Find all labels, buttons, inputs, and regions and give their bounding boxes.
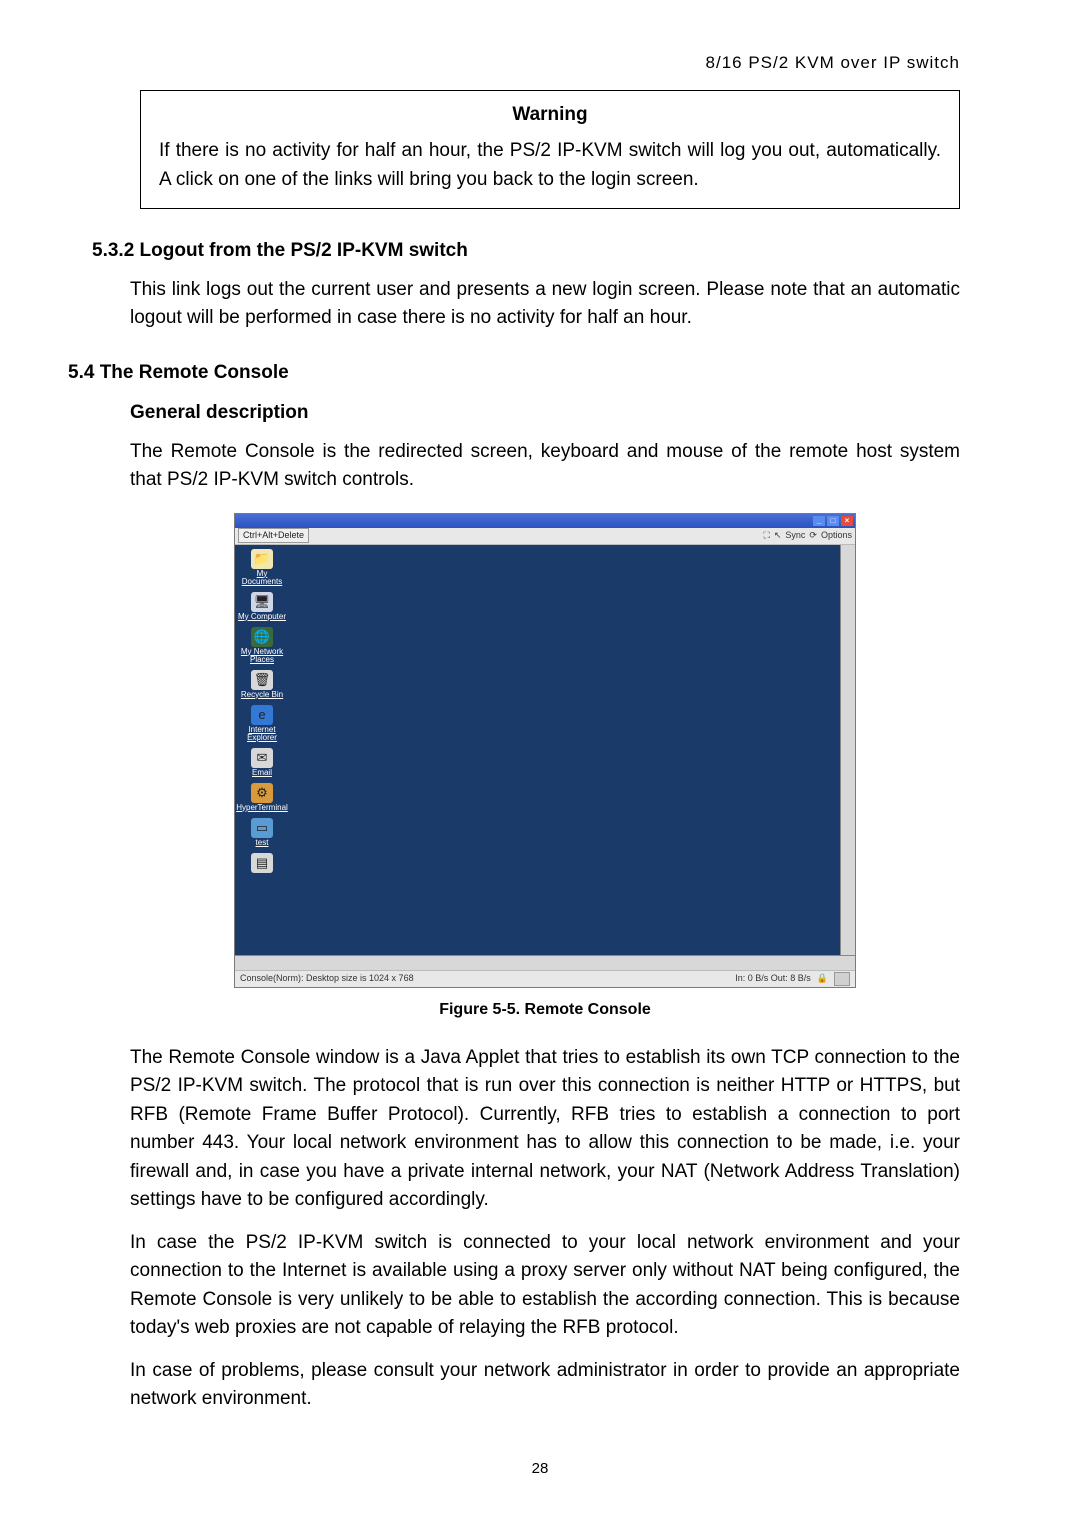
desktop-icon-label: HyperTerminal <box>236 804 288 812</box>
desktop-icon[interactable]: 🌐My Network Places <box>237 627 287 664</box>
ctrl-alt-delete-button[interactable]: Ctrl+Alt+Delete <box>238 528 309 544</box>
para-general-desc: The Remote Console is the redirected scr… <box>130 438 960 495</box>
para-rfb-2: In case the PS/2 IP-KVM switch is connec… <box>130 1229 960 1343</box>
heading-5-3-2: 5.3.2 Logout from the PS/2 IP-KVM switch <box>92 237 960 266</box>
desktop-icon[interactable]: ▤ <box>237 853 287 874</box>
remote-desktop[interactable]: 📁My Documents 🖥My Computer 🌐My Network Pla… <box>235 545 840 955</box>
app-icon: ⚙ <box>251 783 273 803</box>
sync-button[interactable]: Sync <box>785 529 805 543</box>
app-icon: 🗑 <box>251 670 273 690</box>
desktop-icon-label: My Computer <box>238 613 286 621</box>
status-right: In: 0 B/s Out: 8 B/s <box>735 972 811 986</box>
warning-title: Warning <box>159 101 941 130</box>
fullscreen-icon[interactable]: ⛶ <box>764 529 770 543</box>
status-left: Console(Norm): Desktop size is 1024 x 76… <box>240 972 414 986</box>
desktop-icon[interactable]: ⚙HyperTerminal <box>237 783 287 812</box>
remote-toolbar: Ctrl+Alt+Delete ⛶ ↖ Sync ⟳ Options <box>235 528 855 545</box>
warning-box: Warning If there is no activity for half… <box>140 90 960 210</box>
para-rfb-1: The Remote Console window is a Java Appl… <box>130 1044 960 1215</box>
app-icon: 🖥 <box>251 592 273 612</box>
app-icon: ▭ <box>251 818 273 838</box>
desktop-icon[interactable]: 📁My Documents <box>237 549 287 586</box>
horizontal-scrollbar[interactable] <box>235 955 855 970</box>
desktop-icon-label: Email <box>252 769 272 777</box>
status-bar: Console(Norm): Desktop size is 1024 x 76… <box>235 970 855 987</box>
desktop-icon-label: My Documents <box>237 570 287 586</box>
desktop-icon-label: Internet Explorer <box>237 726 287 742</box>
remote-console-window: _ □ × Ctrl+Alt+Delete ⛶ ↖ Sync ⟳ Options… <box>234 513 856 988</box>
subheading-general: General description <box>130 399 960 428</box>
app-icon: 🌐 <box>251 627 273 647</box>
lock-icon: 🔒 <box>817 972 828 986</box>
desktop-icon[interactable]: 🗑Recycle Bin <box>237 670 287 699</box>
heading-5-4: 5.4 The Remote Console <box>68 359 960 388</box>
resize-grip-icon[interactable] <box>834 972 850 986</box>
desktop-icon[interactable]: eInternet Explorer <box>237 705 287 742</box>
header-product: 8/16 PS/2 KVM over IP switch <box>120 50 960 76</box>
close-icon[interactable]: × <box>841 516 853 526</box>
desktop-icon-label: test <box>256 839 269 847</box>
warning-text: If there is no activity for half an hour… <box>159 137 941 194</box>
window-titlebar: _ □ × <box>235 514 855 528</box>
vertical-scrollbar[interactable] <box>840 545 855 955</box>
page-number: 28 <box>120 1458 960 1481</box>
desktop-icon-label: My Network Places <box>237 648 287 664</box>
app-icon: 📁 <box>251 549 273 569</box>
refresh-icon[interactable]: ⟳ <box>809 529 817 543</box>
figure-remote-console: _ □ × Ctrl+Alt+Delete ⛶ ↖ Sync ⟳ Options… <box>130 513 960 988</box>
para-rfb-3: In case of problems, please consult your… <box>130 1357 960 1414</box>
desktop-icon[interactable]: ✉Email <box>237 748 287 777</box>
desktop-icon-label: Recycle Bin <box>241 691 283 699</box>
figure-caption: Figure 5-5. Remote Console <box>130 998 960 1022</box>
para-logout: This link logs out the current user and … <box>130 276 960 333</box>
maximize-icon[interactable]: □ <box>827 516 839 526</box>
desktop-icon[interactable]: 🖥My Computer <box>237 592 287 621</box>
app-icon: ✉ <box>251 748 273 768</box>
minimize-icon[interactable]: _ <box>813 516 825 526</box>
app-icon: e <box>251 705 273 725</box>
app-icon: ▤ <box>251 853 273 873</box>
cursor-icon[interactable]: ↖ <box>774 529 782 543</box>
options-button[interactable]: Options <box>821 529 852 543</box>
desktop-icon[interactable]: ▭test <box>237 818 287 847</box>
